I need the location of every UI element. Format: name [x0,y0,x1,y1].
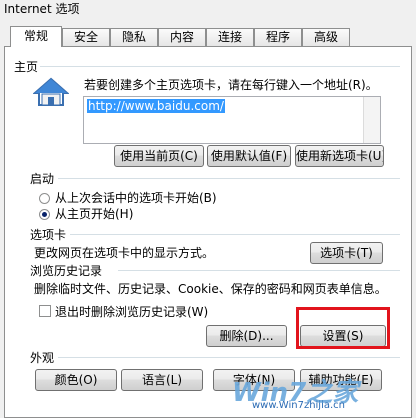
delete-history-button[interactable]: 删除(D)... [206,325,287,347]
tabs-divider [70,234,400,235]
tabs-header: 选项卡 [30,228,67,242]
url-scrollbar[interactable] [363,97,380,143]
delete-on-exit-label[interactable]: 退出时删除浏览历史记录(W) [55,303,208,320]
homepage-url-text: http://www.baidu.com/ [87,99,225,113]
tab-programs[interactable]: 程序 [254,28,302,46]
homepage-header: 主页 [14,60,39,74]
startup-homepage-label[interactable]: 从主页开始(H) [55,205,133,222]
tab-content[interactable]: 内容 [158,28,206,46]
startup-header: 启动 [30,172,55,186]
colors-button[interactable]: 颜色(O) [35,369,117,391]
highlight-frame [296,307,390,349]
appearance-divider [58,357,400,358]
tabs-description: 更改网页在选项卡中的显示方式。 [34,246,215,260]
watermark-url: www.Win7zhijia.cn [252,400,346,411]
tab-bar: 常规 安全 隐私 内容 连接 程序 高级 [0,26,416,47]
use-new-tab-button[interactable]: 使用新选项卡(U) [295,145,384,167]
history-description: 删除临时文件、历史记录、Cookie、保存的密码和网页表单信息。 [34,282,387,296]
delete-on-exit-checkbox[interactable] [39,305,51,317]
startup-homepage-radio[interactable] [39,209,50,220]
homepage-description: 若要创建多个主页选项卡，请在每行键入一个地址(R)。 [84,78,378,92]
tab-privacy[interactable]: 隐私 [110,28,158,46]
languages-button[interactable]: 语言(L) [121,369,203,391]
use-current-button[interactable]: 使用当前页(C) [114,145,204,167]
history-divider [118,270,400,271]
homepage-divider [40,66,400,67]
tab-general[interactable]: 常规 [10,26,62,47]
appearance-header: 外观 [30,351,55,365]
window-title: Internet 选项 [4,2,80,16]
history-header: 浏览历史记录 [30,264,103,278]
homepage-url-input[interactable]: http://www.baidu.com/ [83,96,381,144]
startup-last-session-label[interactable]: 从上次会话中的选项卡开始(B) [55,189,217,206]
startup-last-session-radio[interactable] [39,193,50,204]
tab-security[interactable]: 安全 [62,28,110,46]
home-icon [33,77,69,106]
use-default-button[interactable]: 使用默认值(F) [207,145,291,167]
startup-divider [58,178,400,179]
tabs-settings-button[interactable]: 选项卡(T) [310,242,383,264]
tab-connections[interactable]: 连接 [206,28,254,46]
tab-advanced[interactable]: 高级 [302,28,350,46]
